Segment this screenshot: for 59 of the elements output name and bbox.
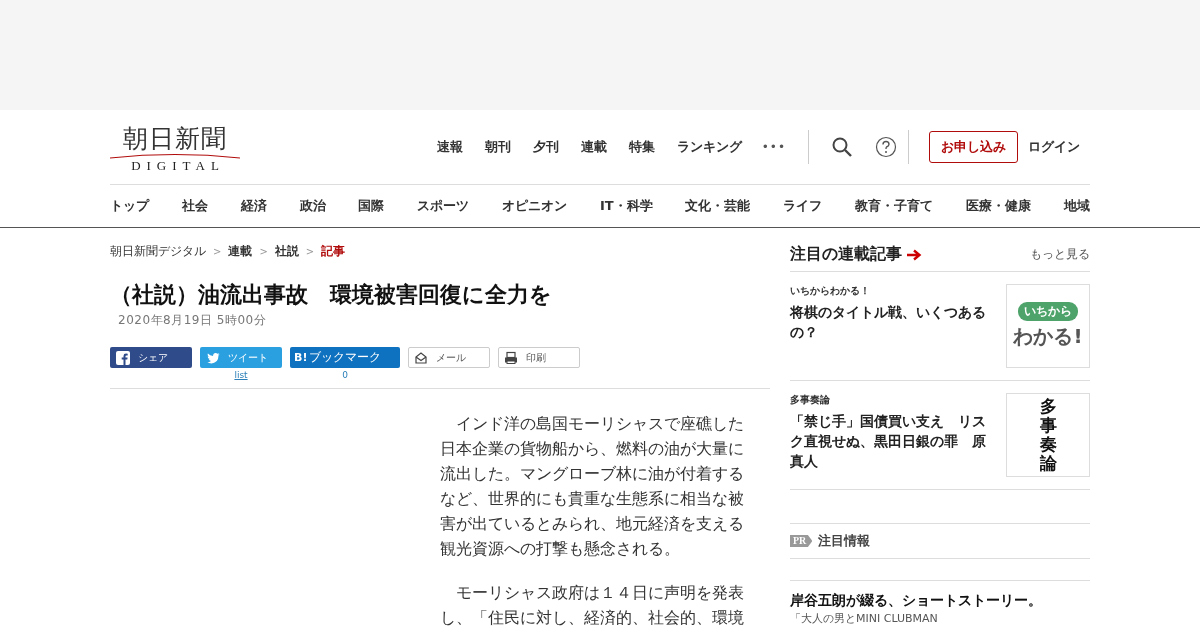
nav-link[interactable]: 夕刊 [532,138,559,156]
logo[interactable]: 朝日新聞 DIGITAL [110,125,240,173]
article-date: 2020年8月19日 5時00分 [118,312,268,329]
nav-link[interactable]: 特集 [628,138,655,156]
share-button[interactable]: シェア [110,347,192,368]
article-paragraph: インド洋の島国モーリシャスで座礁した日本企業の貨物船から、燃料の油が大量に流出した。マングローブ林に油が付着するなど、世界的にも貴重な生態系に相当な被害が出ているとみられ、地元経済を支える観光資源への打撃も懸念される。 [440,413,745,560]
envelope-icon [414,350,428,365]
pr-tag: PR [790,535,813,547]
category-link[interactable]: スポーツ [417,197,470,215]
article-paragraph: モーリシャス政府は１４日に声明を発表し、「住民に対し、経済的、社会的、環境 [440,582,745,629]
category-link[interactable]: トップ [110,197,149,215]
series-label: いちからわかる！ [790,284,871,298]
article-title: （社説）油流出事故 環境被害回復に全力を [110,281,553,309]
login-link[interactable]: ログイン [1028,138,1080,156]
category-link[interactable]: 文化・芸能 [685,197,751,215]
category-link[interactable]: 国際 [358,197,385,215]
arrow-icon [906,248,922,261]
breadcrumb-separator: > [213,246,222,257]
facebook-icon [116,350,130,365]
breadcrumb-separator: > [305,246,315,257]
share-button[interactable]: メール [408,347,490,368]
category-link[interactable]: IT・科学 [599,197,653,215]
thumbnail[interactable]: 多 事 奏 論 [1006,393,1090,477]
help-icon[interactable] [875,136,897,158]
section-heading: 注目情報 [818,532,871,550]
bird-icon [206,350,220,365]
category-link[interactable]: 政治 [299,197,326,215]
share-button[interactable]: 印刷 [498,347,580,368]
thumbnail[interactable]: いちから わかる! [1006,284,1090,368]
category-link[interactable]: ライフ [783,197,823,215]
category-link[interactable]: 医療・健康 [966,197,1031,215]
breadcrumb-link[interactable]: 記事 [321,243,346,260]
nav-link[interactable]: 速報 [436,138,463,156]
category-link[interactable]: オピニオン [502,197,568,215]
subscribe-button[interactable]: お申し込み [929,131,1018,163]
series-label: 多事奏論 [790,393,831,407]
breadcrumb-link[interactable]: 社説 [274,243,299,260]
nav-link[interactable]: ランキング [676,138,742,156]
section-heading: 注目の連載記事 [790,244,902,265]
share-count[interactable]: 0 [342,369,348,382]
breadcrumb-link[interactable]: 朝日新聞デジタル [110,243,206,260]
search-icon[interactable] [831,136,853,158]
nav-link[interactable]: 連載 [580,138,607,156]
promo-title[interactable]: 岸谷五朗が綴る、ショートストーリー。 [790,592,1090,610]
promo-subtitle: 「大人の男とMINI CLUBMAN [790,612,939,625]
breadcrumb-link[interactable]: 連載 [228,243,253,260]
category-link[interactable]: 社会 [181,197,208,215]
article-link[interactable]: 将棋のタイトル戦、いくつあるの？ [790,302,998,342]
category-link[interactable]: 教育・子育て [855,197,934,215]
share-button[interactable]: B! ブックマーク [290,347,400,368]
category-link[interactable]: 地域 [1063,197,1090,215]
category-link[interactable]: 経済 [240,197,267,215]
article-link[interactable]: 「禁じ手」国債買い支え リスク直視せぬ、黒田日銀の罪 原真人 [790,411,998,471]
breadcrumb-separator: > [259,246,268,257]
printer-icon [504,350,518,365]
more-link[interactable]: もっと見る [1030,246,1090,263]
share-count[interactable]: list [234,369,248,382]
more-menu-button[interactable]: ••• [761,140,786,154]
nav-link[interactable]: 朝刊 [484,138,511,156]
